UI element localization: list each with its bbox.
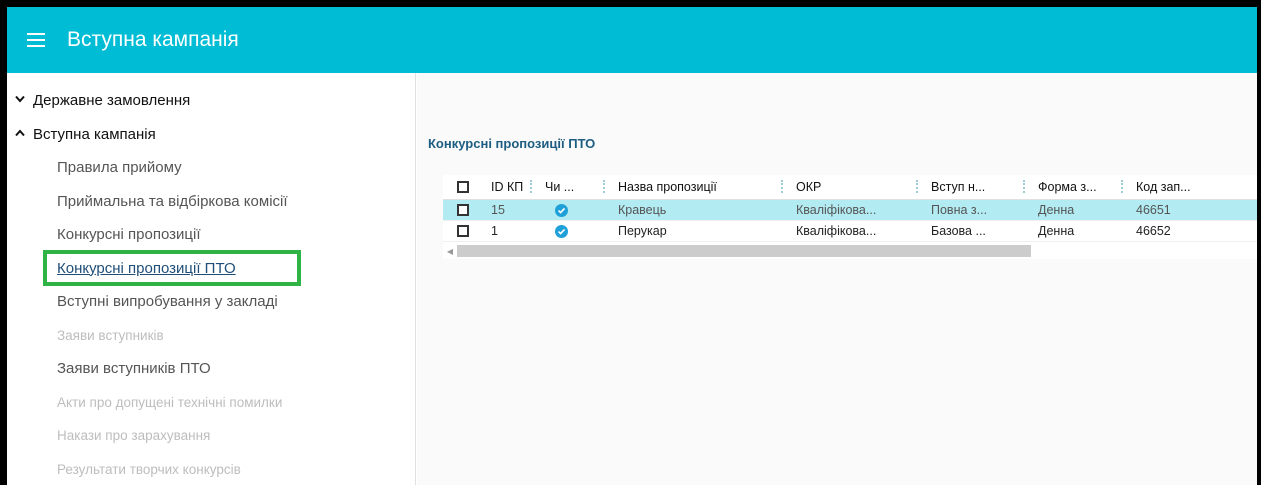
- cell-flag: [537, 200, 610, 220]
- column-header-entry-basis[interactable]: Вступ н...: [923, 175, 1030, 199]
- select-all-checkbox[interactable]: [457, 181, 469, 193]
- column-header-flag[interactable]: Чи ...: [537, 175, 610, 199]
- column-header-study-form[interactable]: Форма з...: [1030, 175, 1128, 199]
- cell-entry-basis: Повна з...: [931, 203, 988, 217]
- column-header-name[interactable]: Назва пропозиції: [610, 175, 788, 199]
- check-circle-icon: [555, 203, 568, 217]
- column-header-id[interactable]: ID КП: [483, 175, 537, 199]
- column-header-okr[interactable]: ОКР: [788, 175, 923, 199]
- sidebar-item-entrance-exams[interactable]: Вступні випробування у закладі: [7, 285, 415, 319]
- sidebar-item-applications-pto[interactable]: Заяви вступників ПТО: [7, 352, 415, 386]
- cell-code: 46651: [1136, 203, 1171, 217]
- column-resize-handle[interactable]: [603, 180, 605, 193]
- sidebar: Державне замовлення Вступна кампанія Пра…: [7, 73, 416, 485]
- cell-id: 1: [491, 224, 498, 238]
- offers-grid: ID КП Чи ... Назва пропозиції ОКР Вступ …: [443, 175, 1257, 259]
- sidebar-item-error-acts: Акти про допущені технічні помилки: [57, 394, 283, 410]
- column-resize-handle[interactable]: [530, 180, 532, 193]
- grid-header-row: ID КП Чи ... Назва пропозиції ОКР Вступ …: [443, 175, 1257, 200]
- sidebar-group-label: Державне замовлення: [33, 91, 191, 109]
- sidebar-group-label: Вступна кампанія: [33, 125, 156, 143]
- chevron-down-icon: [15, 94, 27, 106]
- select-all-cell: [443, 175, 483, 199]
- app-header: Вступна кампанія: [7, 7, 1257, 73]
- sidebar-item-competitive-offers[interactable]: Конкурсні пропозиції: [7, 218, 415, 252]
- table-row[interactable]: 15 Кравець Кваліфікова... Повна з... Ден…: [443, 200, 1257, 221]
- chevron-up-icon: [15, 128, 27, 140]
- cell-name: Кравець: [618, 203, 667, 217]
- sidebar-group-admission-campaign[interactable]: Вступна кампанія: [7, 117, 415, 151]
- cell-flag: [537, 221, 610, 241]
- cell-name: Перукар: [618, 224, 667, 238]
- scroll-left-icon[interactable]: ◀: [443, 247, 457, 256]
- cell-id: 15: [491, 203, 505, 217]
- cell-entry-basis: Базова ...: [931, 224, 986, 238]
- sidebar-item-admission-rules[interactable]: Правила прийому: [7, 151, 415, 185]
- check-circle-icon: [555, 224, 568, 238]
- cell-study-form: Денна: [1038, 224, 1075, 238]
- row-select-cell: [443, 200, 483, 220]
- sidebar-item-applications: Заяви вступників: [57, 327, 164, 343]
- section-title: Конкурсні пропозиції ПТО: [428, 136, 596, 151]
- sidebar-item-enrollment-orders: Накази про зарахування: [57, 428, 211, 443]
- sidebar-item-admission-commission[interactable]: Приймальна та відбіркова комісії: [7, 185, 415, 219]
- sidebar-group-state-order[interactable]: Державне замовлення: [7, 83, 415, 117]
- sidebar-item-creative-results: Результати творчих конкурсів: [57, 461, 241, 477]
- highlight-box: [43, 250, 301, 286]
- app-title: Вступна кампанія: [67, 28, 239, 51]
- hamburger-menu-icon[interactable]: [27, 33, 45, 47]
- column-resize-handle[interactable]: [1023, 180, 1025, 193]
- horizontal-scrollbar[interactable]: ◀: [443, 243, 1257, 259]
- scrollbar-thumb[interactable]: [457, 245, 1031, 257]
- cell-okr: Кваліфікова...: [796, 224, 877, 238]
- cell-code: 46652: [1136, 224, 1171, 238]
- table-row[interactable]: 1 Перукар Кваліфікова... Базова ... Денн…: [443, 221, 1257, 242]
- column-resize-handle[interactable]: [916, 180, 918, 193]
- column-resize-handle[interactable]: [781, 180, 783, 193]
- cell-okr: Кваліфікова...: [796, 203, 877, 217]
- column-header-code[interactable]: Код зап...: [1128, 175, 1218, 199]
- cell-study-form: Денна: [1038, 203, 1075, 217]
- row-select-cell: [443, 221, 483, 241]
- row-checkbox[interactable]: [457, 204, 469, 216]
- column-resize-handle[interactable]: [1121, 180, 1123, 193]
- row-checkbox[interactable]: [457, 225, 469, 237]
- main-content: Конкурсні пропозиції ПТО ID КП Чи ... На…: [417, 73, 1257, 485]
